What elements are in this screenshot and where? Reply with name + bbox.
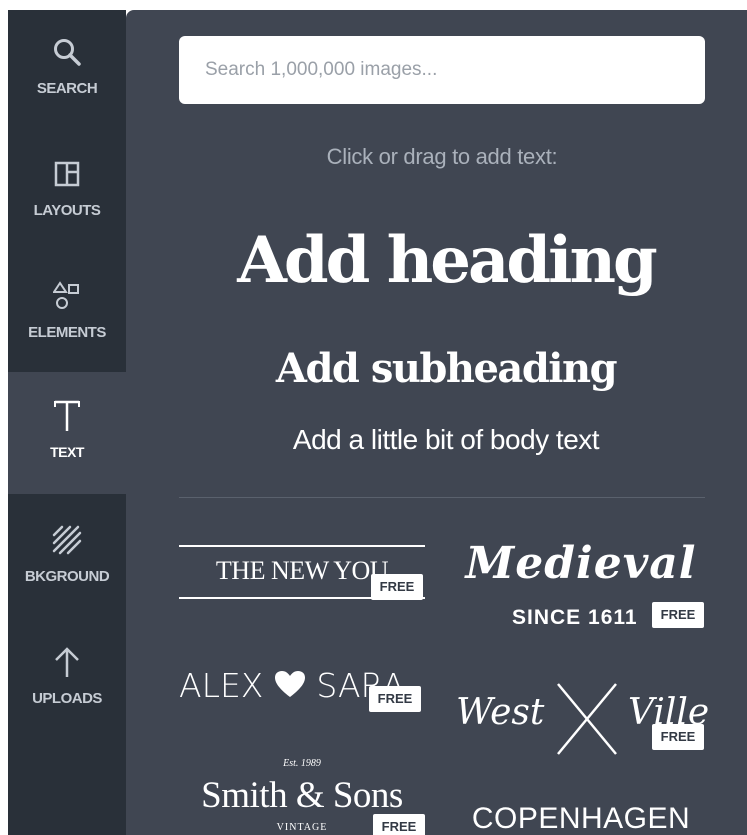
- cross-mark-icon: [554, 680, 620, 758]
- sidebar-item-label: SEARCH: [36, 80, 98, 97]
- upload-arrow-icon: [8, 642, 126, 682]
- template-new-you[interactable]: THE NEW YOU FREE: [179, 542, 425, 604]
- template-subtext-est: Est. 1989: [283, 758, 321, 769]
- template-text: COPENHAGEN: [471, 802, 691, 835]
- sidebar-item-uploads[interactable]: UPLOADS: [8, 620, 126, 740]
- sidebar-item-elements[interactable]: ELEMENTS: [8, 254, 126, 374]
- sidebar-item-layouts[interactable]: LAYOUTS: [8, 132, 126, 252]
- template-alex-sara[interactable]: ALEX SARA FREE: [179, 658, 425, 718]
- search-input[interactable]: [179, 36, 705, 104]
- heart-icon: [274, 667, 306, 697]
- sidebar-item-label: ELEMENTS: [28, 324, 106, 341]
- search-icon: [8, 32, 126, 72]
- add-heading-button[interactable]: Add heading: [156, 214, 736, 308]
- free-badge: FREE: [652, 724, 704, 750]
- text-icon: [8, 396, 126, 436]
- add-text-hint: Click or drag to add text:: [326, 144, 558, 169]
- template-smith-sons[interactable]: Est. 1989 Smith & Sons VINTAGE FREE: [179, 758, 425, 835]
- free-badge: FREE: [371, 574, 423, 600]
- sidebar: SEARCH LAYOUTS ELEMENTS TEXT BKGROUND UP…: [8, 10, 134, 835]
- layouts-icon: [8, 154, 126, 194]
- add-body-text-button[interactable]: Add a little bit of body text: [156, 420, 736, 460]
- sidebar-item-label: UPLOADS: [32, 690, 102, 707]
- template-text-west: West: [456, 692, 545, 733]
- rule-top: [179, 545, 425, 547]
- elements-icon: [8, 276, 126, 316]
- sidebar-item-label: TEXT: [50, 444, 84, 460]
- add-subheading-button[interactable]: Add subheading: [156, 340, 736, 398]
- free-badge: FREE: [652, 602, 704, 628]
- sidebar-item-background[interactable]: BKGROUND: [8, 498, 126, 618]
- divider: [179, 497, 705, 498]
- template-medieval[interactable]: Medieval SINCE 1611 FREE: [456, 538, 706, 634]
- template-west-ville[interactable]: West Ville FREE: [456, 680, 709, 760]
- free-badge: FREE: [373, 814, 425, 835]
- text-panel: Click or drag to add text: Add heading A…: [126, 10, 747, 835]
- template-name-left: ALEX: [179, 666, 264, 705]
- sidebar-item-text[interactable]: TEXT: [8, 374, 126, 494]
- template-subtext: SINCE 1611: [512, 606, 638, 629]
- sidebar-item-search[interactable]: SEARCH: [8, 10, 126, 130]
- template-copenhagen[interactable]: COPENHAGEN: [456, 800, 706, 835]
- app-window: SEARCH LAYOUTS ELEMENTS TEXT BKGROUND UP…: [8, 10, 747, 835]
- template-text: Smith & Sons: [201, 775, 403, 816]
- sidebar-item-label: LAYOUTS: [33, 202, 101, 219]
- template-text: Medieval: [465, 538, 697, 589]
- background-icon: [8, 520, 126, 560]
- free-badge: FREE: [369, 686, 421, 712]
- sidebar-item-label: BKGROUND: [24, 568, 110, 585]
